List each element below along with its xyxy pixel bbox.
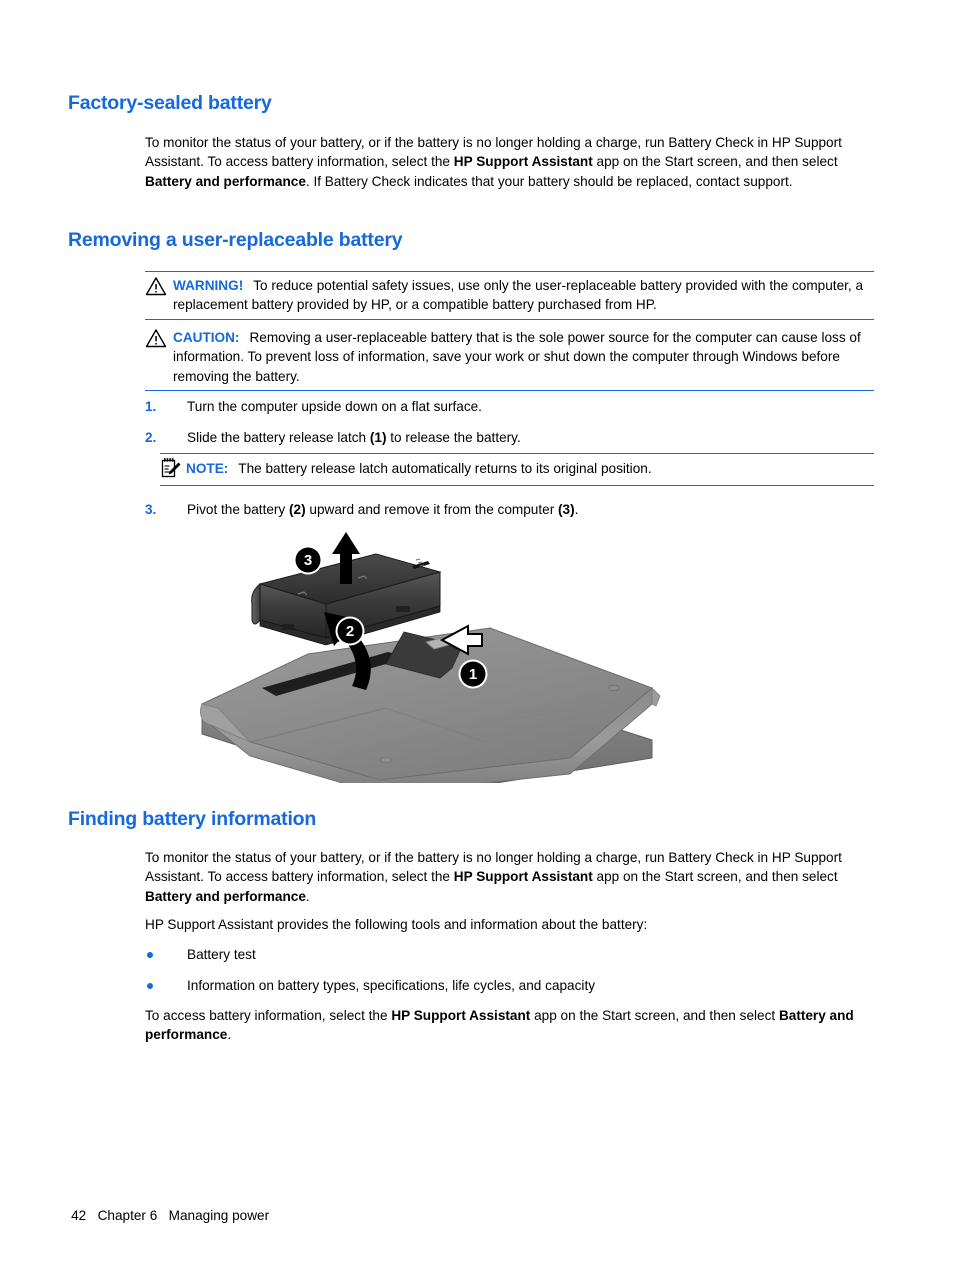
text-run-bold: HP Support Assistant (391, 1008, 531, 1023)
text-run: . (574, 502, 579, 517)
callout-label-1: 1 (469, 666, 477, 683)
text-run: To access battery information, select th… (145, 1008, 392, 1023)
heading-removing-user-replaceable-battery: Removing a user-replaceable battery (68, 229, 403, 251)
page-footer: 42 Chapter 6 Managing power (56, 1193, 269, 1238)
note-keyword: NOTE: (186, 461, 229, 476)
text-run-bold: (1) (369, 430, 387, 445)
caution-admonition: CAUTION: Removing a user-replaceable batt… (145, 324, 874, 392)
list-item-label: Battery test (187, 947, 256, 962)
step-number: 1. (145, 399, 157, 414)
laptop-foot-right (608, 685, 620, 691)
note-body: The battery release latch automatically … (238, 461, 652, 476)
text-run-bold: Battery and performance (145, 173, 306, 189)
text-run: app on the Start screen, and then select (530, 1008, 779, 1023)
text-run-bold: HP Support Assistant (453, 154, 593, 170)
battery-tab-left (282, 624, 294, 630)
text-run: Pivot the battery (187, 502, 290, 517)
warning-admonition: WARNING! To reduce potential safety issue… (145, 271, 874, 320)
list-item-label: Information on battery types, specificat… (187, 978, 596, 993)
caution-text-block: CAUTION: Removing a user-replaceable batt… (173, 328, 874, 386)
callout-badge-3: 3 (293, 545, 323, 575)
paragraph-finding-battery-info-1: To monitor the status of your battery, o… (145, 848, 870, 906)
footer-chapter: Chapter 6 (97, 1208, 158, 1223)
paragraph-finding-battery-info-3: To access battery information, select th… (145, 1006, 855, 1045)
note-pad-pencil-icon (160, 457, 182, 478)
warning-body: To reduce potential safety issues, use o… (173, 278, 864, 313)
step-item-1: 1. Turn the computer upside down on a fl… (145, 397, 870, 416)
laptop-right-corner (651, 687, 661, 707)
bullet-dot-icon (147, 983, 153, 989)
caution-body: Removing a user-replaceable battery that… (173, 330, 861, 384)
text-run-bold: Battery and performance (145, 888, 306, 904)
text-run: app on the Start screen, and then select (592, 869, 838, 885)
text-run-bold: (2) (289, 502, 306, 517)
list-item-battery-test: Battery test (145, 945, 870, 964)
list-item-battery-info: Information on battery types, specificat… (145, 976, 870, 995)
footer-spacer-2 (157, 1208, 168, 1223)
paragraph-finding-battery-info-2: HP Support Assistant provides the follow… (145, 917, 648, 932)
warning-keyword: WARNING! (173, 278, 244, 293)
step-text: Pivot the battery (2) upward and remove … (187, 502, 578, 517)
step-item-2: 2. Slide the battery release latch (1) t… (145, 428, 870, 447)
callout-label-3: 3 (304, 552, 312, 569)
caution-triangle-icon (145, 328, 167, 348)
text-run: Slide the battery release latch (187, 430, 370, 445)
battery-removal-illustration: 1 2 3 (190, 528, 670, 795)
battery-left-cap (251, 582, 261, 625)
text-run: . (305, 888, 310, 904)
document-page: Factory-sealed battery To monitor the st… (0, 0, 954, 1270)
heading-finding-battery-information: Finding battery information (68, 808, 317, 830)
warning-triangle-icon (145, 276, 167, 296)
step-text: Turn the computer upside down on a flat … (187, 399, 482, 414)
text-run: . (227, 1027, 232, 1043)
paragraph-factory-sealed-battery: To monitor the status of your battery, o… (145, 133, 870, 191)
laptop-foot-front (380, 756, 392, 764)
text-run-bold: (3) (558, 502, 575, 517)
text-run: Turn the computer upside down on a flat … (187, 399, 482, 414)
text-run-bold: HP Support Assistant (453, 869, 593, 885)
battery-tab-right (396, 606, 410, 612)
note-text-block: NOTE: The battery release latch automatic… (186, 459, 874, 478)
text-run: app on the Start screen, and then select (592, 154, 838, 170)
bullet-dot-icon (147, 952, 153, 958)
step-number: 2. (145, 430, 157, 445)
footer-page-number: 42 (71, 1208, 87, 1223)
text-run: . If Battery Check indicates that your b… (305, 173, 793, 189)
text-run: to release the battery. (386, 430, 521, 445)
callout-badge-1: 1 (458, 659, 488, 689)
step-item-3: 3. Pivot the battery (2) upward and remo… (145, 500, 870, 519)
note-admonition: NOTE: The battery release latch automatic… (160, 453, 874, 487)
caution-keyword: CAUTION: (173, 330, 240, 345)
step-number: 3. (145, 502, 157, 517)
step-text: Slide the battery release latch (1) to r… (187, 430, 521, 445)
footer-spacer (86, 1208, 97, 1223)
heading-factory-sealed-battery: Factory-sealed battery (68, 92, 272, 114)
warning-text-block: WARNING! To reduce potential safety issue… (173, 276, 874, 315)
footer-chapter-title: Managing power (168, 1208, 270, 1223)
callout-label-2: 2 (346, 623, 354, 640)
text-run: upward and remove it from the computer (305, 502, 558, 517)
callout-badge-2: 2 (335, 616, 365, 646)
